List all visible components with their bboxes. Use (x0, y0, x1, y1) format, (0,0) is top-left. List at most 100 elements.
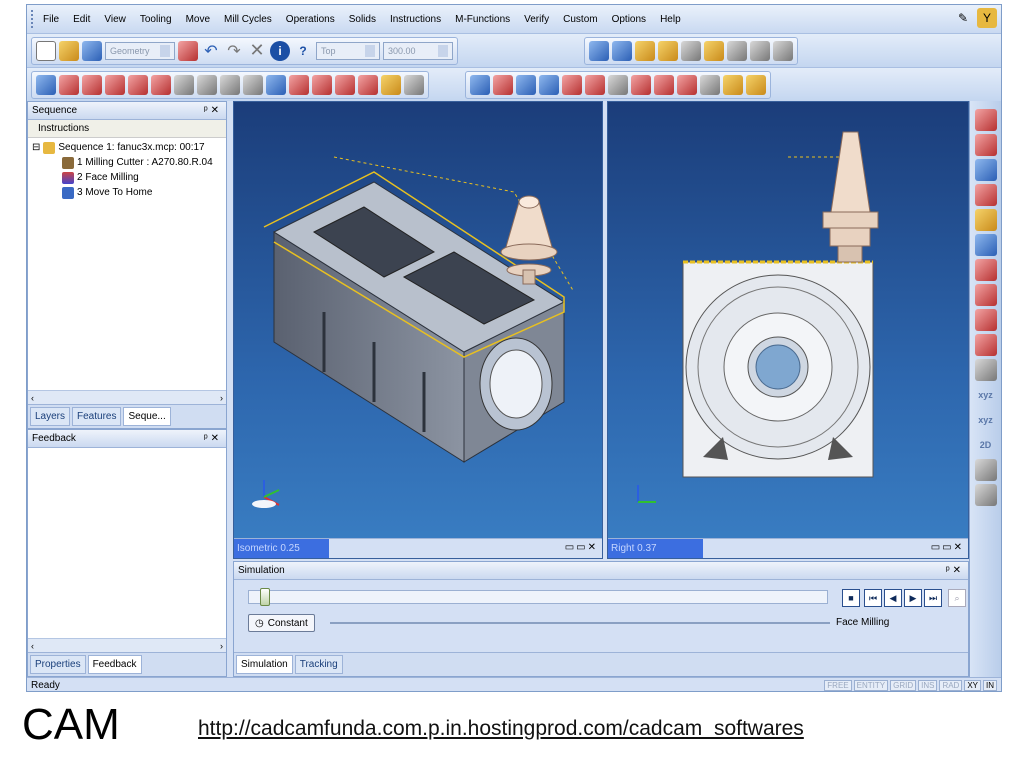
play-button[interactable]: ▶ (904, 589, 922, 607)
solid-shape-icon[interactable] (174, 74, 194, 95)
layers-op-icon[interactable] (974, 184, 997, 206)
layers-op-icon[interactable] (974, 309, 997, 331)
feature-icon[interactable] (358, 74, 378, 95)
layers-op-icon[interactable] (974, 109, 997, 131)
solid-shape-icon[interactable] (197, 74, 217, 95)
solid-shape-icon[interactable] (82, 74, 102, 95)
fast-forward-button[interactable]: ⏭ (924, 589, 942, 607)
xyz-move-button[interactable]: xyz (978, 409, 993, 431)
feature-icon[interactable] (312, 74, 332, 95)
tree-item-milling-cutter[interactable]: 1 Milling Cutter : A270.80.R.04 (32, 155, 222, 170)
scroll-left-icon[interactable]: ‹ (31, 641, 34, 651)
chart-icon[interactable] (36, 74, 56, 95)
view-plane-combo[interactable]: Top (316, 41, 380, 60)
zoom-icon[interactable] (727, 40, 747, 61)
tree-item-move-home[interactable]: 3 Move To Home (32, 185, 222, 200)
menu-move[interactable]: Move (186, 14, 210, 25)
pan-view-icon[interactable] (658, 40, 678, 61)
toolpath-icon[interactable] (516, 74, 536, 95)
chevron-down-icon[interactable] (160, 44, 170, 57)
isometric-viewport[interactable]: Isometric 0.25 ▭▭✕ (233, 101, 603, 559)
simulation-progress-slider[interactable] (248, 588, 828, 606)
shaded-cube-icon[interactable] (704, 40, 724, 61)
chevron-down-icon[interactable] (365, 44, 375, 57)
menu-mill-cycles[interactable]: Mill Cycles (224, 14, 272, 25)
rotate-view-icon[interactable] (635, 40, 655, 61)
layers-op-icon[interactable] (974, 259, 997, 281)
toolpath-icon[interactable] (539, 74, 559, 95)
tab-layers[interactable]: Layers (30, 407, 71, 426)
chevron-down-icon[interactable] (438, 44, 448, 57)
status-flag-free[interactable]: FREE (824, 680, 852, 691)
menu-tooling[interactable]: Tooling (140, 14, 172, 25)
feature-icon[interactable] (335, 74, 355, 95)
snap-point-icon[interactable] (589, 40, 609, 61)
probe-icon[interactable] (974, 484, 997, 506)
panel-controls[interactable]: ᵖ✕ (204, 105, 222, 116)
menu-view[interactable]: View (104, 14, 126, 25)
tree-item-sequence[interactable]: ⊟ Sequence 1: fanuc3x.mcp: 00:17 (32, 140, 222, 155)
solid-shape-icon[interactable] (128, 74, 148, 95)
toolpath-icon[interactable] (654, 74, 674, 95)
panel-controls[interactable]: ᵖ✕ (946, 565, 964, 576)
info-icon[interactable]: i (270, 40, 290, 61)
status-flag-xy[interactable]: XY (964, 680, 981, 691)
collapse-icon[interactable]: ⊟ (32, 142, 40, 153)
toolpath-icon[interactable] (700, 74, 720, 95)
menu-solids[interactable]: Solids (349, 14, 376, 25)
toolpath-icon[interactable] (723, 74, 743, 95)
menu-edit[interactable]: Edit (73, 14, 90, 25)
save-icon[interactable] (82, 40, 102, 61)
menu-m-functions[interactable]: M-Functions (455, 14, 510, 25)
axis-icon[interactable] (750, 40, 770, 61)
toolpath-icon[interactable] (631, 74, 651, 95)
menu-options[interactable]: Options (612, 14, 646, 25)
stop-button[interactable]: ■ (842, 589, 860, 607)
new-file-icon[interactable] (36, 40, 56, 61)
toolpath-icon[interactable] (746, 74, 766, 95)
undo-icon[interactable]: ↶ (201, 41, 221, 61)
2d-view-button[interactable]: 2D (980, 434, 992, 456)
layers-op-icon[interactable] (974, 359, 997, 381)
layers-op-icon[interactable] (974, 159, 997, 181)
grid-icon[interactable] (773, 40, 793, 61)
wand-icon[interactable] (974, 459, 997, 481)
layers-op-icon[interactable] (974, 284, 997, 306)
menu-instructions[interactable]: Instructions (390, 14, 441, 25)
feature-icon[interactable] (266, 74, 286, 95)
cam-logo-icon[interactable]: Y (977, 8, 997, 28)
feature-icon[interactable] (404, 74, 424, 95)
feature-icon[interactable] (381, 74, 401, 95)
status-flag-ins[interactable]: INS (918, 680, 938, 691)
redo-icon[interactable]: ↷ (224, 41, 244, 61)
solid-shape-icon[interactable] (59, 74, 79, 95)
depth-value-combo[interactable]: 300.00 (383, 41, 453, 60)
scroll-right-icon[interactable]: › (220, 641, 223, 651)
tab-sequence[interactable]: Seque... (123, 407, 171, 426)
open-folder-icon[interactable] (59, 40, 79, 61)
layers-op-icon[interactable] (974, 209, 997, 231)
layers-op-icon[interactable] (974, 234, 997, 256)
menu-operations[interactable]: Operations (286, 14, 335, 25)
toolpath-icon[interactable] (562, 74, 582, 95)
slider-thumb[interactable] (260, 588, 271, 606)
solid-shape-icon[interactable] (151, 74, 171, 95)
wireframe-cube-icon[interactable] (681, 40, 701, 61)
toolpath-icon[interactable] (608, 74, 628, 95)
status-flag-entity[interactable]: ENTITY (853, 680, 889, 691)
right-viewport[interactable]: Right 0.37 ▭▭✕ (607, 101, 969, 559)
tree-item-face-milling[interactable]: 2 Face Milling (32, 170, 222, 185)
toolpath-icon[interactable] (470, 74, 490, 95)
tab-features[interactable]: Features (72, 407, 122, 426)
horizontal-scrollbar[interactable]: ‹ › (28, 390, 226, 404)
step-back-button[interactable]: ◀ (884, 589, 902, 607)
eraser-icon[interactable] (178, 40, 198, 61)
toolpath-icon[interactable] (493, 74, 513, 95)
tab-tracking[interactable]: Tracking (294, 655, 343, 674)
feature-icon[interactable] (243, 74, 263, 95)
viewport-window-controls[interactable]: ▭▭✕ (931, 542, 964, 553)
panel-controls[interactable]: ᵖ✕ (204, 433, 222, 444)
source-link[interactable]: http://cadcamfunda.com.p.in.hostingprod.… (198, 717, 804, 741)
layers-op-icon[interactable] (974, 334, 997, 356)
scroll-left-icon[interactable]: ‹ (31, 393, 34, 403)
